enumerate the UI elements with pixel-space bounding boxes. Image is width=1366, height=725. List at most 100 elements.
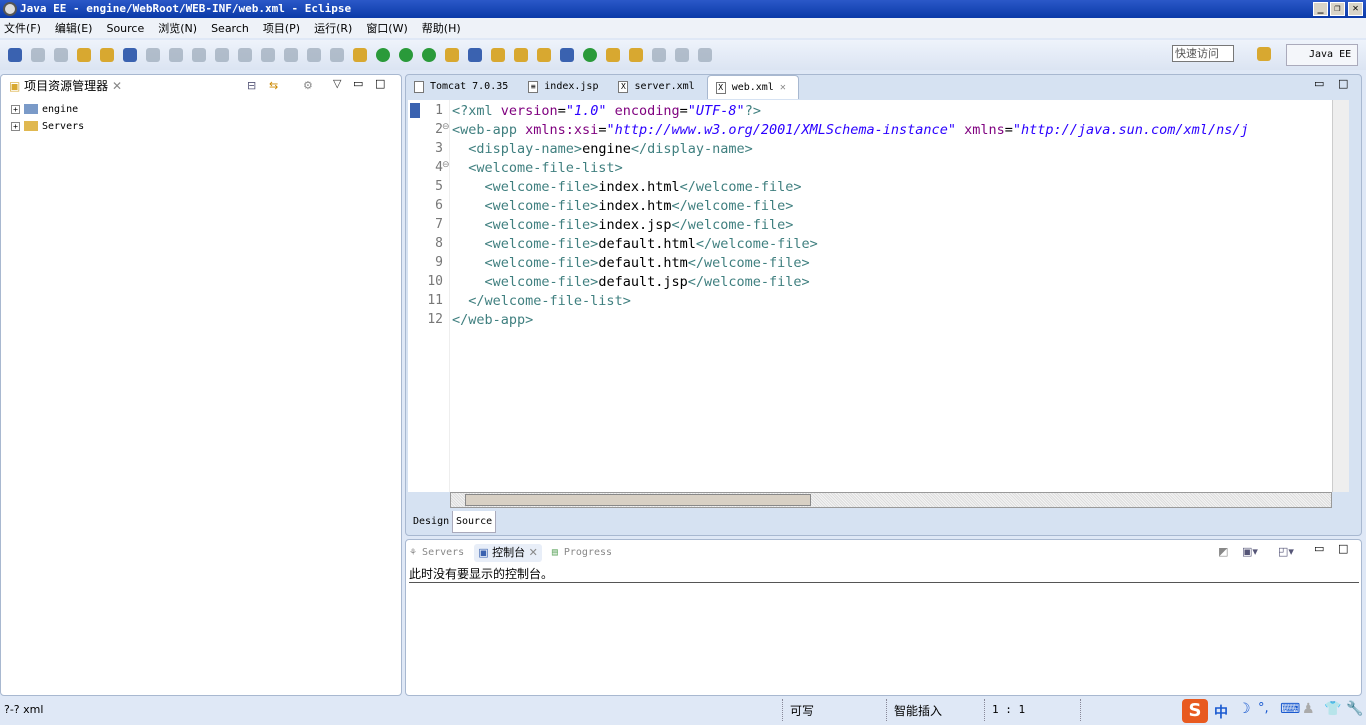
tab-index-jsp[interactable]: ≡ index.jsp (520, 75, 610, 99)
sogou-ime-logo-icon[interactable]: S (1182, 699, 1208, 723)
code-token: "1.0" (565, 103, 607, 119)
last-edit-icon[interactable] (652, 48, 666, 62)
tab-console[interactable]: ▣ 控制台 ✕ (474, 544, 542, 562)
tab-design[interactable]: Design (410, 511, 452, 533)
tree-item-engine[interactable]: + engine (11, 104, 78, 115)
step-return-icon[interactable] (307, 48, 321, 62)
code-editor[interactable]: 1 2 ⊖ 3 4 ⊖ 5 6 7 8 9 10 11 12 <?xml version="1.0" en… (408, 100, 1332, 492)
step-into-icon[interactable] (261, 48, 275, 62)
open-resource-icon[interactable] (100, 48, 114, 62)
filter-icon[interactable]: ⚙ (303, 79, 313, 92)
forward-icon[interactable] (698, 48, 712, 62)
quick-access-input[interactable]: 快速访问 (1172, 45, 1234, 62)
code-token: <? (452, 103, 469, 119)
restore-button[interactable]: ❐ (1330, 2, 1345, 16)
menu-navigate[interactable]: 浏览(N) (158, 20, 197, 36)
close-icon[interactable]: ✕ (529, 546, 538, 559)
resume-icon[interactable] (169, 48, 183, 62)
tab-tomcat[interactable]: Tomcat 7.0.35 (406, 75, 520, 99)
display-console-icon[interactable]: ▣▾ (1242, 545, 1258, 558)
menu-source[interactable]: Source (106, 22, 144, 35)
step-over-icon[interactable] (284, 48, 298, 62)
perspective-label: Java EE (1309, 49, 1352, 60)
tab-servers[interactable]: ⚘ Servers (410, 544, 464, 562)
writable-status: 可写 (790, 704, 815, 718)
menu-file[interactable]: 文件(F) (4, 20, 41, 36)
tab-progress[interactable]: ▤ Progress (552, 544, 612, 562)
code-token: xmlns (964, 122, 1005, 138)
tree-item-servers[interactable]: + Servers (11, 121, 84, 132)
user-icon[interactable]: ♟ (1302, 701, 1315, 717)
save-icon[interactable] (31, 48, 45, 62)
console-icon[interactable] (123, 48, 137, 62)
skin-icon[interactable]: 👕 (1324, 701, 1341, 717)
wrench-icon[interactable]: 🔧 (1346, 701, 1363, 717)
save-all-icon[interactable] (54, 48, 68, 62)
fold-icon[interactable]: ⊖ (442, 122, 450, 132)
ime-chinese-mode[interactable]: 中 (1214, 702, 1228, 722)
open-file-icon[interactable] (514, 48, 528, 62)
half-width-icon[interactable]: ☽ (1238, 701, 1251, 717)
close-button[interactable]: ✕ (1348, 2, 1363, 16)
disconnect-icon[interactable] (238, 48, 252, 62)
view-menu-icon[interactable]: ▽ (333, 77, 341, 90)
tab-source[interactable]: Source (452, 511, 497, 533)
maximize-icon[interactable]: □ (1338, 77, 1348, 90)
previous-annotation-icon[interactable] (629, 48, 643, 62)
code-token: encoding (614, 103, 680, 119)
globe-icon[interactable] (560, 48, 574, 62)
terminate-icon[interactable] (215, 48, 229, 62)
minimize-icon[interactable]: ▭ (1314, 77, 1324, 90)
deploy-icon[interactable] (537, 48, 551, 62)
open-folder-icon[interactable] (491, 48, 505, 62)
vertical-scrollbar[interactable] (1332, 100, 1349, 492)
refresh-icon[interactable] (583, 48, 597, 62)
pin-console-icon[interactable]: ◩ (1218, 545, 1228, 558)
link-editor-icon[interactable]: ⇆ (269, 79, 278, 92)
toggle-icon[interactable] (330, 48, 344, 62)
perspective-java-ee-button[interactable]: Java EE (1286, 44, 1358, 66)
minimize-button[interactable]: _ (1313, 2, 1328, 16)
menu-help[interactable]: 帮助(H) (422, 20, 461, 36)
punctuation-icon[interactable]: °, (1258, 701, 1269, 716)
run-icon[interactable] (399, 48, 413, 62)
menu-edit[interactable]: 编辑(E) (55, 20, 93, 36)
debug-icon[interactable] (376, 48, 390, 62)
skip-breakpoints-icon[interactable] (146, 48, 160, 62)
new-class-icon[interactable] (468, 48, 482, 62)
menu-search[interactable]: Search (211, 22, 249, 35)
back-icon[interactable] (675, 48, 689, 62)
open-perspective-icon[interactable] (1257, 47, 1271, 61)
minimize-icon[interactable]: ▭ (1314, 542, 1324, 555)
external-tools-icon[interactable] (422, 48, 436, 62)
server-icon[interactable] (353, 48, 367, 62)
menu-window[interactable]: 窗口(W) (366, 20, 407, 36)
expand-icon[interactable]: + (11, 105, 20, 114)
scrollbar-thumb[interactable] (465, 494, 811, 506)
expand-icon[interactable]: + (11, 122, 20, 131)
tab-server-xml[interactable]: Xserver.xml (610, 75, 706, 99)
tab-project-explorer[interactable]: ▣ 项目资源管理器 ✕ (3, 75, 129, 97)
fold-icon[interactable]: ⊖ (442, 160, 450, 170)
minimize-icon[interactable]: ▭ (353, 77, 363, 90)
collapse-all-icon[interactable]: ⊟ (247, 79, 256, 92)
open-console-icon[interactable]: ◰▾ (1278, 545, 1294, 558)
close-icon[interactable]: ✕ (780, 76, 786, 100)
insert-mode: 智能插入 (894, 704, 943, 718)
menu-run[interactable]: 运行(R) (314, 20, 352, 36)
suspend-icon[interactable] (192, 48, 206, 62)
keyboard-icon[interactable]: ⌨ (1280, 701, 1300, 717)
new-icon[interactable] (8, 48, 22, 62)
horizontal-scrollbar[interactable] (450, 492, 1332, 508)
menu-project[interactable]: 项目(P) (263, 20, 300, 36)
new-server-icon[interactable] (445, 48, 459, 62)
maximize-icon[interactable]: □ (1338, 542, 1348, 555)
code-token: <welcome-file> (484, 255, 599, 271)
maximize-icon[interactable]: □ (375, 77, 385, 90)
open-type-icon[interactable] (77, 48, 91, 62)
next-annotation-icon[interactable] (606, 48, 620, 62)
close-icon[interactable]: ✕ (112, 79, 122, 93)
tab-web-xml[interactable]: Xweb.xml ✕ (706, 75, 799, 100)
